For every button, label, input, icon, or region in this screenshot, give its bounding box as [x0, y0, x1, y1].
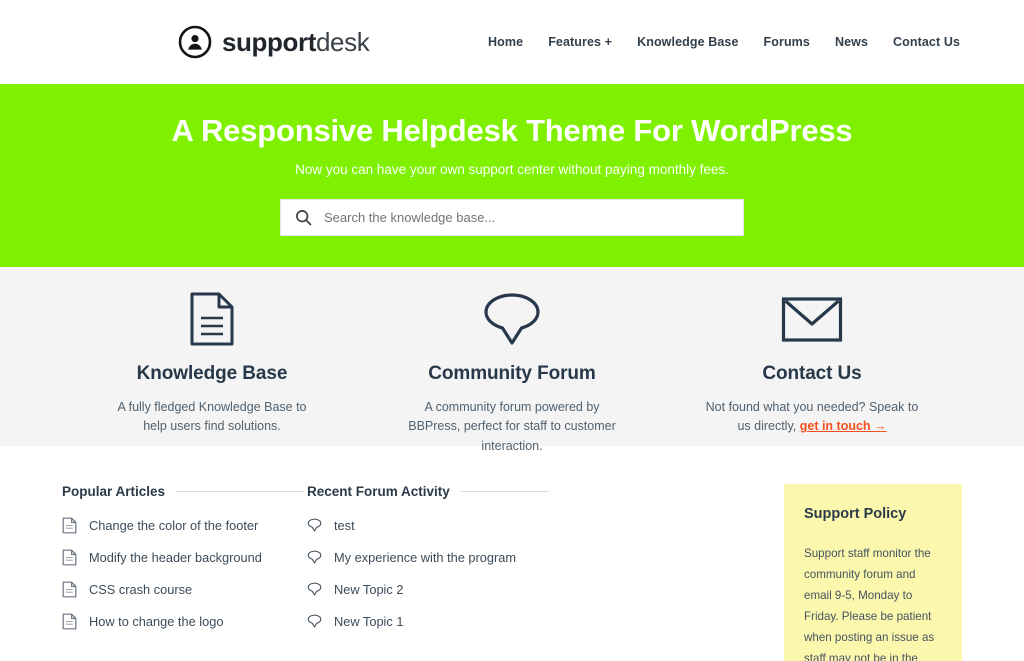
nav-item-forums[interactable]: Forums	[764, 35, 810, 49]
feature-description: Not found what you needed? Speak to us d…	[705, 398, 920, 437]
panel-title: Popular Articles	[62, 484, 166, 499]
list-item-label[interactable]: New Topic 2	[334, 582, 403, 597]
feature-title: Contact Us	[762, 363, 862, 384]
features-section: Knowledge Base A fully fledged Knowledge…	[0, 267, 1024, 453]
feature-title: Knowledge Base	[136, 363, 288, 384]
speech-bubble-small-icon	[307, 518, 322, 532]
feature-community-forum[interactable]: Community Forum A community forum powere…	[362, 291, 662, 453]
list-item[interactable]: New Topic 2	[307, 581, 549, 598]
speech-bubble-icon	[484, 293, 540, 345]
popular-articles-list: Change the color of the footer Modify th…	[62, 517, 304, 630]
site-header: supportdesk Home Features + Knowledge Ba…	[0, 0, 1024, 84]
feature-icon-wrap	[84, 291, 340, 347]
list-item-label[interactable]: New Topic 1	[334, 614, 403, 629]
feature-description: A fully fledged Knowledge Base to help u…	[117, 400, 307, 434]
list-item-label[interactable]: CSS crash course	[89, 582, 192, 597]
list-item-label[interactable]: My experience with the program	[334, 550, 516, 565]
bottom-section: Popular Articles Change the color of the…	[0, 446, 1024, 661]
logo-text: supportdesk	[222, 26, 370, 58]
document-icon	[190, 292, 234, 346]
support-policy-body: Support staff monitor the community foru…	[804, 547, 935, 661]
list-item[interactable]: Modify the header background	[62, 549, 304, 566]
popular-articles-header: Popular Articles	[62, 484, 304, 499]
hero-subtitle: Now you can have your own support center…	[295, 162, 729, 178]
feature-icon-wrap	[684, 291, 940, 347]
speech-bubble-small-icon	[307, 582, 322, 596]
support-policy-title: Support Policy	[804, 506, 907, 522]
nav-item-home[interactable]: Home	[488, 35, 523, 49]
nav-item-features[interactable]: Features +	[548, 35, 612, 49]
hero-title: A Responsive Helpdesk Theme For WordPres…	[171, 113, 853, 148]
feature-knowledge-base[interactable]: Knowledge Base A fully fledged Knowledge…	[62, 291, 362, 446]
list-item[interactable]: New Topic 1	[307, 613, 549, 630]
document-small-icon	[62, 549, 77, 566]
user-circle-icon	[178, 25, 212, 59]
list-item[interactable]: My experience with the program	[307, 549, 549, 566]
envelope-icon	[781, 296, 843, 342]
logo-text-bold: support	[222, 26, 316, 57]
panel-divider	[176, 491, 304, 492]
document-small-icon	[62, 613, 77, 630]
list-item-label[interactable]: test	[334, 518, 355, 533]
panel-title: Recent Forum Activity	[307, 484, 450, 499]
feature-title: Community Forum	[428, 363, 596, 384]
hero-section: A Responsive Helpdesk Theme For WordPres…	[0, 84, 1024, 267]
list-item[interactable]: How to change the logo	[62, 613, 304, 630]
panel-divider	[460, 491, 549, 492]
nav-item-news[interactable]: News	[835, 35, 868, 49]
get-in-touch-link[interactable]: get in touch →	[800, 419, 887, 433]
search-input[interactable]	[324, 210, 729, 226]
bottom-inner: Popular Articles Change the color of the…	[62, 484, 962, 661]
forum-activity-header: Recent Forum Activity	[307, 484, 549, 499]
list-item[interactable]: CSS crash course	[62, 581, 304, 598]
speech-bubble-small-icon	[307, 614, 322, 628]
forum-activity-list: test My experience with the program New …	[307, 517, 549, 630]
list-item[interactable]: test	[307, 517, 549, 534]
header-inner: supportdesk Home Features + Knowledge Ba…	[0, 25, 1024, 59]
features-inner: Knowledge Base A fully fledged Knowledge…	[62, 291, 962, 453]
list-item-label[interactable]: How to change the logo	[89, 614, 223, 629]
feature-icon-wrap	[384, 291, 640, 347]
feature-contact-us[interactable]: Contact Us Not found what you needed? Sp…	[662, 291, 962, 446]
knowledge-base-search[interactable]	[280, 199, 744, 237]
logo-text-light: desk	[315, 26, 370, 57]
speech-bubble-small-icon	[307, 550, 322, 564]
logo[interactable]: supportdesk	[178, 25, 370, 59]
nav-item-contact-us[interactable]: Contact Us	[893, 35, 960, 49]
main-navigation: Home Features + Knowledge Base Forums Ne…	[488, 35, 960, 49]
document-small-icon	[62, 517, 77, 534]
list-item-label[interactable]: Modify the header background	[89, 550, 262, 565]
popular-articles-panel: Popular Articles Change the color of the…	[62, 484, 304, 661]
list-item[interactable]: Change the color of the footer	[62, 517, 304, 534]
search-icon	[296, 210, 312, 226]
feature-description: A community forum powered by BBPress, pe…	[408, 400, 616, 453]
list-item-label[interactable]: Change the color of the footer	[89, 518, 258, 533]
forum-activity-panel: Recent Forum Activity test My experience…	[307, 484, 549, 661]
support-policy-panel: Support Policy Support staff monitor the…	[784, 484, 962, 661]
document-small-icon	[62, 581, 77, 598]
support-policy-box: Support Policy Support staff monitor the…	[784, 484, 962, 661]
nav-item-knowledge-base[interactable]: Knowledge Base	[637, 35, 738, 49]
